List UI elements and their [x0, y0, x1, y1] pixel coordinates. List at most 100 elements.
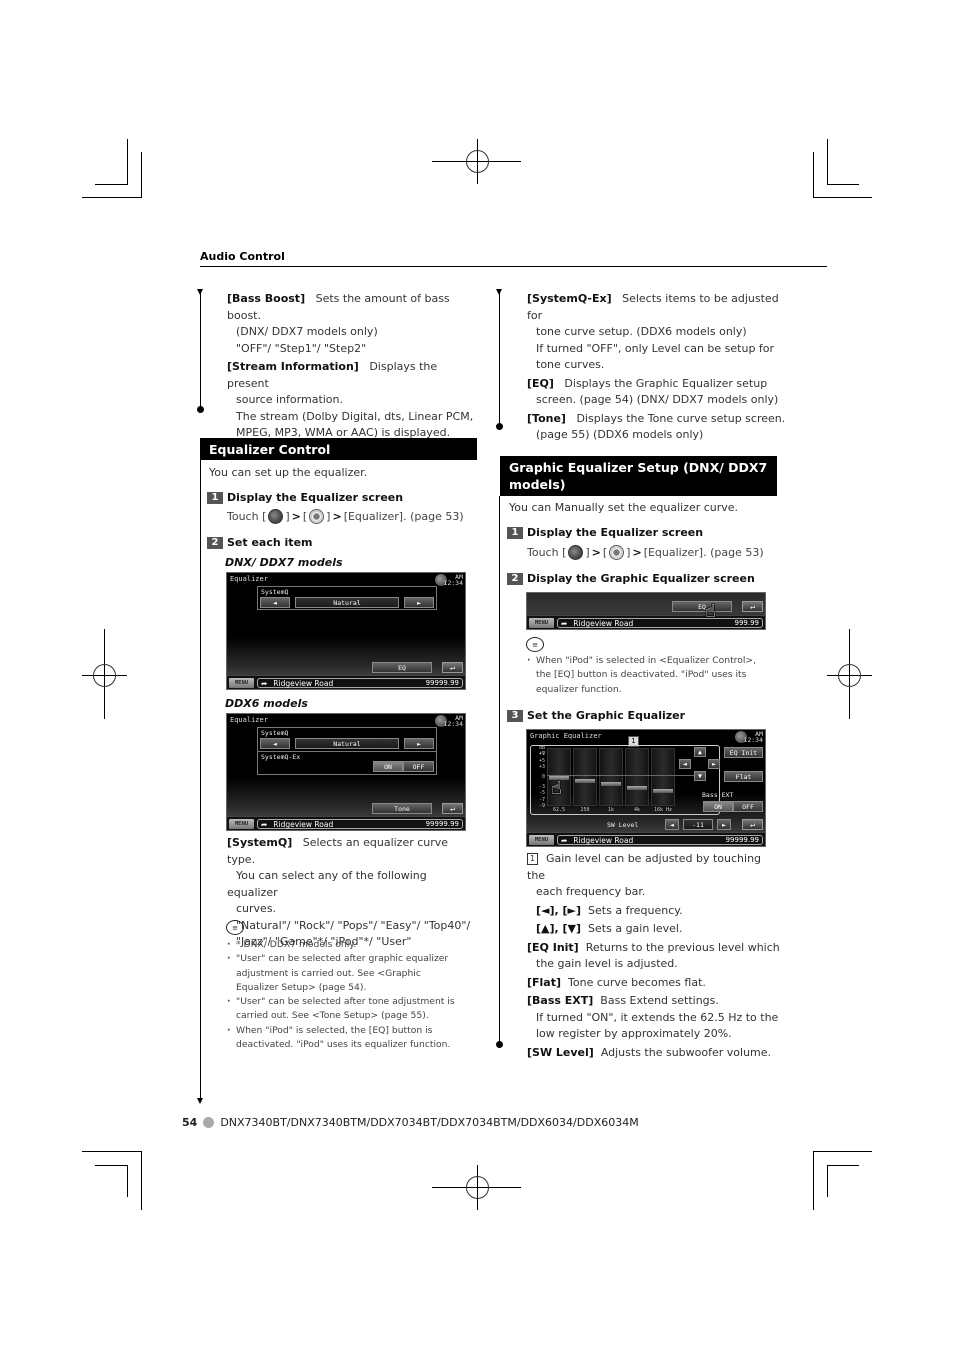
- bass-ext-on-button[interactable]: ON: [703, 801, 733, 812]
- clock: AM 12:34: [443, 573, 463, 587]
- eq-band-bar[interactable]: [599, 748, 623, 806]
- eq-band-bar[interactable]: [573, 748, 597, 806]
- back-button[interactable]: ↵: [742, 819, 763, 830]
- note-icon: ≡: [526, 637, 544, 652]
- home-icon: [268, 509, 284, 524]
- flat-button[interactable]: Flat: [724, 771, 763, 782]
- db-tick-label: 0: [541, 774, 545, 780]
- model-list: DNX7340BT/DNX7340BTM/DDX7034BT/DDX7034BT…: [220, 1116, 639, 1129]
- freq-right-button[interactable]: ►: [708, 759, 720, 769]
- back-button[interactable]: ↵: [442, 662, 463, 673]
- systemq-ex-off-button[interactable]: OFF: [403, 761, 434, 772]
- note-item: "User" can be selected after graphic equ…: [226, 952, 466, 995]
- eq-band-freq-label: 250: [580, 807, 590, 813]
- left-top-descriptions: [Bass Boost] Sets the amount of bass boo…: [227, 291, 477, 444]
- audio-setup-icon: [309, 509, 325, 524]
- section-header-label: Audio Control: [200, 250, 285, 263]
- graphic-eq-descriptions: 1 Gain level can be adjusted by touching …: [527, 851, 782, 1063]
- right-section-line: [499, 496, 500, 1044]
- db-tick-label: -3: [538, 783, 545, 790]
- equalizer-screen-dnx: Equalizer AM 12:34 SystemQ ◄ Natural ► EQ…: [226, 572, 466, 690]
- navigation-bar[interactable]: ➦ Ridgeview Road 99999.99: [557, 835, 763, 845]
- tone-desc: [Tone] Displays the Tone curve setup scr…: [527, 411, 786, 442]
- back-button[interactable]: ↵: [742, 601, 763, 612]
- systemq-ex-on-button[interactable]: ON: [373, 761, 403, 772]
- equalizer-control-notes: * DNX/ DDX7 models only. "User" can be s…: [226, 938, 466, 1052]
- left-section-line: [200, 460, 201, 1100]
- eq-band-freq-label: 4k: [633, 807, 641, 813]
- eq-init-desc: [EQ Init] Returns to the previous level …: [527, 940, 780, 971]
- pointing-hand-icon: ☝: [551, 778, 562, 799]
- navigation-bar[interactable]: ➦ Ridgeview Road 99999.99: [257, 678, 463, 688]
- systemq-prev-button[interactable]: ◄: [260, 597, 290, 608]
- eq-control-step-1: 1 Display the Equalizer screen: [207, 491, 403, 504]
- gain-buttons-desc: [▲], [▼] Sets a gain level.: [536, 922, 683, 935]
- db-tick-label: +3: [538, 764, 545, 771]
- freq-left-button[interactable]: ◄: [679, 759, 691, 769]
- bass-boost-desc: [Bass Boost] Sets the amount of bass boo…: [227, 292, 450, 355]
- sw-level-down-button[interactable]: ◄: [665, 819, 679, 830]
- audio-setup-icon: [609, 545, 625, 560]
- equalizer-control-heading: Equalizer Control: [200, 438, 477, 460]
- eq-button[interactable]: EQ: [672, 601, 732, 612]
- menu-button[interactable]: MENU: [229, 819, 254, 829]
- geq-touch-instruction: Touch [ ] > [ ] > [Equalizer]. (page 53): [527, 545, 764, 560]
- bass-ext-label: Bass EXT: [702, 791, 734, 799]
- eq-button[interactable]: EQ: [372, 662, 432, 673]
- stream-info-desc: [Stream Information] Displays the presen…: [227, 360, 474, 439]
- zero-db-line: [547, 775, 697, 776]
- sw-level-up-button[interactable]: ►: [717, 819, 731, 830]
- menu-button[interactable]: MENU: [229, 678, 254, 688]
- pointing-hand-icon: ☝: [705, 601, 716, 622]
- gain-down-button[interactable]: ▼: [694, 771, 706, 781]
- note-item: * DNX/ DDX7 models only.: [226, 938, 466, 953]
- eq-init-button[interactable]: EQ Init: [724, 747, 763, 758]
- bass-ext-off-button[interactable]: OFF: [733, 801, 763, 812]
- screen-bottom-bar: MENU ➦ Ridgeview Road 99999.99: [227, 675, 465, 689]
- equalizer-screen-partial: EQ ↵ MENU ➦ Ridgeview Road 999.99 ☝: [526, 592, 766, 630]
- page-number: 54: [182, 1116, 198, 1129]
- eq-control-step-2: 2 Set each item: [207, 536, 313, 549]
- navigation-bar[interactable]: ➦ Ridgeview Road 999.99: [557, 618, 763, 628]
- eq-band-bar[interactable]: [651, 748, 675, 806]
- eq-band-level[interactable]: [601, 782, 621, 787]
- turn-arrow-icon: ➦: [561, 618, 568, 628]
- turn-arrow-icon: ➦: [261, 678, 268, 688]
- equalizer-screen-ddx6: Equalizer AM 12:34 SystemQ ◄ Natural ► Sy…: [226, 713, 466, 831]
- tone-button[interactable]: Tone: [372, 803, 432, 814]
- equalizer-control-intro: You can set up the equalizer.: [209, 466, 368, 479]
- sw-level-label: SW Level: [607, 821, 639, 829]
- right-section-end-dot: [496, 1041, 503, 1048]
- geq-step-3: 3 Set the Graphic Equalizer: [507, 709, 685, 722]
- turn-arrow-icon: ➦: [261, 819, 268, 829]
- back-button[interactable]: ↵: [442, 803, 463, 814]
- chevron-right-icon: >: [632, 546, 642, 559]
- systemq-next-button[interactable]: ►: [404, 738, 434, 749]
- eq-band-level[interactable]: [627, 785, 647, 790]
- systemq-value: Natural: [295, 597, 399, 608]
- gain-up-button[interactable]: ▲: [694, 747, 706, 757]
- systemq-prev-button[interactable]: ◄: [260, 738, 290, 749]
- bass-ext-desc: [Bass EXT] Bass Extend settings. If turn…: [527, 994, 779, 1040]
- geq-step-2: 2 Display the Graphic Equalizer screen: [507, 572, 755, 585]
- db-tick-label: -9: [538, 803, 545, 809]
- menu-button[interactable]: MENU: [529, 835, 554, 845]
- chevron-right-icon: >: [332, 510, 342, 523]
- clock: AM 12:34: [743, 730, 763, 744]
- ddx6-models-label: DDX6 models: [225, 697, 308, 710]
- dnx-ddx7-models-label: DNX/ DDX7 models: [225, 556, 343, 569]
- systemq-desc: [SystemQ] Selects an equalizer curve typ…: [227, 836, 471, 948]
- navigation-bar[interactable]: ➦ Ridgeview Road 99999.99: [257, 819, 463, 829]
- sw-level-value: -11: [683, 819, 713, 830]
- eq-band-bar[interactable]: [625, 748, 649, 806]
- clock: AM 12:34: [443, 714, 463, 728]
- chevron-right-icon: >: [291, 510, 301, 523]
- eq-band-level[interactable]: [575, 779, 595, 784]
- menu-button[interactable]: MENU: [529, 618, 554, 628]
- systemq-ex-desc: [SystemQ-Ex] Selects items to be adjuste…: [527, 292, 779, 371]
- systemq-panel: SystemQ ◄ Natural ►: [257, 586, 437, 610]
- systemq-next-button[interactable]: ►: [404, 597, 434, 608]
- page-footer: 54 DNX7340BT/DNX7340BTM/DDX7034BT/DDX703…: [182, 1116, 639, 1129]
- eq-band-level[interactable]: [653, 788, 673, 793]
- home-icon: [568, 545, 584, 560]
